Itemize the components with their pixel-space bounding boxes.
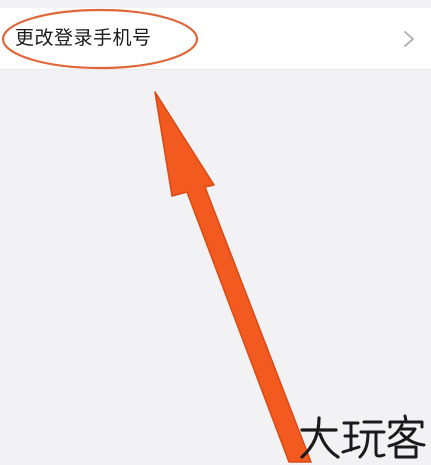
top-spacer [0, 0, 431, 8]
change-login-phone-label: 更改登录手机号 [15, 27, 152, 49]
watermark-logo [300, 414, 426, 459]
pointer-arrow [154, 91, 312, 463]
chevron-right-icon [404, 31, 414, 47]
change-login-phone-row[interactable]: 更改登录手机号 [0, 8, 431, 70]
